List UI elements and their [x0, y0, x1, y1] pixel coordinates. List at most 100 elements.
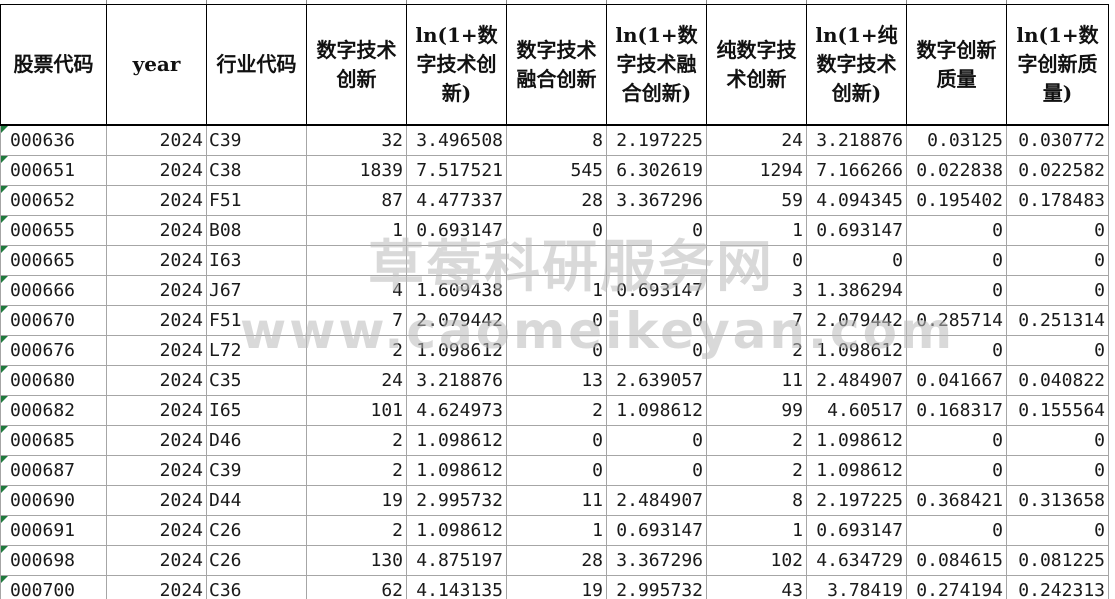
cell-innovation-quality[interactable]: 0.041667 — [906, 365, 1007, 396]
cell-digital-innovation[interactable]: 62 — [306, 575, 407, 599]
cell-industry-code[interactable]: C26 — [206, 545, 307, 576]
cell-industry-code[interactable]: I65 — [206, 395, 307, 426]
header-cell-fusion-innovation[interactable]: 数字技术融合创新 — [506, 4, 607, 126]
cell-innovation-quality[interactable]: 0.084615 — [906, 545, 1007, 576]
cell-digital-innovation[interactable]: 87 — [306, 185, 407, 216]
cell-innovation-quality[interactable]: 0.03125 — [906, 124, 1007, 156]
cell-pure-innovation[interactable]: 0 — [706, 245, 807, 276]
cell-ln-fusion-innovation[interactable]: 3.367296 — [606, 545, 707, 576]
cell-ln-pure-innovation[interactable]: 1.098612 — [806, 335, 907, 366]
cell-ln-pure-innovation[interactable]: 1.098612 — [806, 455, 907, 486]
cell-industry-code[interactable]: L72 — [206, 335, 307, 366]
cell-industry-code[interactable]: D44 — [206, 485, 307, 516]
cell-ln-pure-innovation[interactable]: 3.218876 — [806, 124, 907, 156]
cell-stock-code[interactable]: 000687 — [0, 455, 107, 486]
cell-stock-code[interactable]: 000652 — [0, 185, 107, 216]
cell-year[interactable]: 2024 — [106, 335, 207, 366]
cell-year[interactable]: 2024 — [106, 185, 207, 216]
cell-ln-pure-innovation[interactable]: 0.693147 — [806, 515, 907, 546]
cell-innovation-quality[interactable]: 0 — [906, 245, 1007, 276]
cell-digital-innovation[interactable]: 1839 — [306, 155, 407, 186]
cell-year[interactable]: 2024 — [106, 124, 207, 156]
cell-ln-innovation-quality[interactable]: 0.030772 — [1006, 124, 1109, 156]
cell-innovation-quality[interactable]: 0.274194 — [906, 575, 1007, 599]
cell-fusion-innovation[interactable]: 0 — [506, 335, 607, 366]
cell-fusion-innovation[interactable]: 19 — [506, 575, 607, 599]
cell-ln-innovation-quality[interactable]: 0 — [1006, 515, 1109, 546]
cell-ln-innovation-quality[interactable]: 0 — [1006, 455, 1109, 486]
cell-pure-innovation[interactable]: 11 — [706, 365, 807, 396]
cell-year[interactable]: 2024 — [106, 215, 207, 246]
cell-fusion-innovation[interactable]: 8 — [506, 124, 607, 156]
cell-stock-code[interactable]: 000691 — [0, 515, 107, 546]
cell-stock-code[interactable]: 000636 — [0, 124, 107, 156]
cell-fusion-innovation[interactable]: 1 — [506, 515, 607, 546]
cell-ln-pure-innovation[interactable]: 4.634729 — [806, 545, 907, 576]
cell-industry-code[interactable]: C39 — [206, 455, 307, 486]
cell-ln-pure-innovation[interactable]: 0.693147 — [806, 215, 907, 246]
header-cell-ln-innovation-quality[interactable]: ln(1+数字创新质量) — [1006, 4, 1109, 126]
cell-ln-fusion-innovation[interactable]: 0 — [606, 455, 707, 486]
cell-industry-code[interactable]: C36 — [206, 575, 307, 599]
cell-year[interactable]: 2024 — [106, 425, 207, 456]
cell-ln-pure-innovation[interactable]: 2.484907 — [806, 365, 907, 396]
cell-ln-digital-innovation[interactable]: 1.098612 — [406, 425, 507, 456]
cell-ln-fusion-innovation[interactable]: 2.639057 — [606, 365, 707, 396]
cell-innovation-quality[interactable]: 0.195402 — [906, 185, 1007, 216]
cell-year[interactable]: 2024 — [106, 245, 207, 276]
cell-year[interactable]: 2024 — [106, 275, 207, 306]
cell-ln-pure-innovation[interactable]: 1.386294 — [806, 275, 907, 306]
cell-ln-innovation-quality[interactable]: 0 — [1006, 245, 1109, 276]
cell-fusion-innovation[interactable]: 28 — [506, 545, 607, 576]
cell-pure-innovation[interactable]: 59 — [706, 185, 807, 216]
cell-digital-innovation[interactable]: 24 — [306, 365, 407, 396]
cell-fusion-innovation[interactable]: 0 — [506, 305, 607, 336]
cell-ln-pure-innovation[interactable]: 0 — [806, 245, 907, 276]
cell-ln-digital-innovation[interactable]: 4.477337 — [406, 185, 507, 216]
cell-ln-innovation-quality[interactable]: 0.178483 — [1006, 185, 1109, 216]
header-cell-stock-code[interactable]: 股票代码 — [0, 4, 107, 126]
cell-ln-digital-innovation[interactable]: 2.079442 — [406, 305, 507, 336]
cell-stock-code[interactable]: 000655 — [0, 215, 107, 246]
cell-digital-innovation[interactable]: 2 — [306, 515, 407, 546]
cell-innovation-quality[interactable]: 0 — [906, 425, 1007, 456]
cell-ln-digital-innovation[interactable]: 1.098612 — [406, 335, 507, 366]
header-cell-pure-innovation[interactable]: 纯数字技术创新 — [706, 4, 807, 126]
cell-innovation-quality[interactable]: 0.022838 — [906, 155, 1007, 186]
cell-ln-digital-innovation[interactable]: 2.995732 — [406, 485, 507, 516]
cell-ln-digital-innovation[interactable]: 1.098612 — [406, 455, 507, 486]
cell-innovation-quality[interactable]: 0 — [906, 335, 1007, 366]
cell-digital-innovation[interactable]: 4 — [306, 275, 407, 306]
header-cell-year[interactable]: year — [106, 4, 207, 126]
cell-digital-innovation[interactable]: 2 — [306, 335, 407, 366]
cell-ln-fusion-innovation[interactable] — [606, 245, 707, 276]
cell-ln-pure-innovation[interactable]: 3.78419 — [806, 575, 907, 599]
cell-year[interactable]: 2024 — [106, 545, 207, 576]
cell-ln-innovation-quality[interactable]: 0.242313 — [1006, 575, 1109, 599]
cell-digital-innovation[interactable]: 7 — [306, 305, 407, 336]
cell-stock-code[interactable]: 000690 — [0, 485, 107, 516]
cell-stock-code[interactable]: 000698 — [0, 545, 107, 576]
cell-stock-code[interactable]: 000670 — [0, 305, 107, 336]
cell-industry-code[interactable]: C35 — [206, 365, 307, 396]
cell-stock-code[interactable]: 000676 — [0, 335, 107, 366]
cell-year[interactable]: 2024 — [106, 365, 207, 396]
cell-ln-innovation-quality[interactable]: 0.313658 — [1006, 485, 1109, 516]
cell-innovation-quality[interactable]: 0 — [906, 275, 1007, 306]
cell-ln-pure-innovation[interactable]: 2.197225 — [806, 485, 907, 516]
cell-year[interactable]: 2024 — [106, 485, 207, 516]
cell-ln-fusion-innovation[interactable]: 3.367296 — [606, 185, 707, 216]
cell-ln-pure-innovation[interactable]: 2.079442 — [806, 305, 907, 336]
cell-pure-innovation[interactable]: 2 — [706, 455, 807, 486]
cell-digital-innovation[interactable]: 19 — [306, 485, 407, 516]
cell-ln-fusion-innovation[interactable]: 0.693147 — [606, 275, 707, 306]
cell-ln-fusion-innovation[interactable]: 0 — [606, 425, 707, 456]
cell-digital-innovation[interactable] — [306, 245, 407, 276]
cell-ln-fusion-innovation[interactable]: 0 — [606, 305, 707, 336]
cell-ln-digital-innovation[interactable]: 1.098612 — [406, 515, 507, 546]
cell-fusion-innovation[interactable]: 2 — [506, 395, 607, 426]
cell-digital-innovation[interactable]: 2 — [306, 425, 407, 456]
cell-year[interactable]: 2024 — [106, 455, 207, 486]
cell-fusion-innovation[interactable]: 11 — [506, 485, 607, 516]
cell-innovation-quality[interactable]: 0.168317 — [906, 395, 1007, 426]
